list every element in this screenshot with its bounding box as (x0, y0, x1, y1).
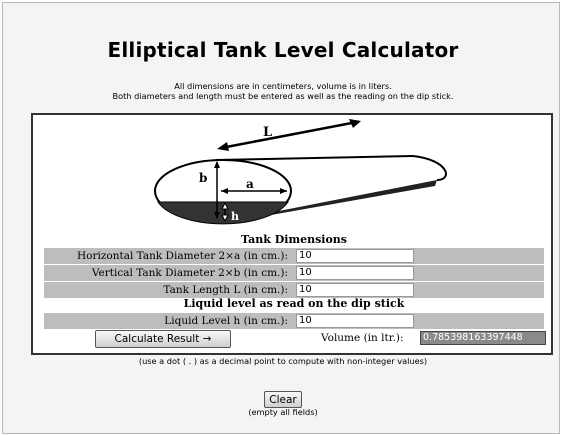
page-title: Elliptical Tank Level Calculator (107, 38, 459, 62)
horizontal-diameter-input[interactable]: 10 (296, 249, 414, 263)
b-label: b (199, 171, 207, 185)
vertical-diameter-input[interactable]: 10 (296, 266, 414, 280)
clear-note: (empty all fields) (248, 407, 318, 417)
liquid-level-label: Liquid Level h (in cm.): (164, 315, 288, 327)
instructions-line-2: Both diameters and length must be entere… (112, 91, 454, 101)
tank-length-row: Tank Length L (in cm.): 10 (44, 282, 544, 298)
h-label: h (231, 210, 239, 223)
decimal-note: (use a dot ( . ) as a decimal point to c… (138, 356, 428, 366)
calculate-button[interactable]: Calculate Result → (95, 330, 231, 348)
liquid-level-input[interactable]: 10 (296, 314, 414, 328)
horizontal-diameter-row: Horizontal Tank Diameter 2×a (in cm.): 1… (44, 248, 544, 264)
tank-length-label: Tank Length L (in cm.): (163, 284, 288, 296)
vertical-diameter-label: Vertical Tank Diameter 2×b (in cm.): (91, 267, 288, 279)
vertical-diameter-row: Vertical Tank Diameter 2×b (in cm.): 10 (44, 265, 544, 281)
tank-length-input[interactable]: 10 (296, 283, 414, 297)
volume-label: Volume (in ltr.): (321, 332, 404, 344)
instructions-line-1: All dimensions are in centimeters, volum… (174, 81, 392, 91)
horizontal-diameter-label: Horizontal Tank Diameter 2×a (in cm.): (77, 250, 288, 262)
length-label: L (263, 125, 272, 140)
liquid-level-row: Liquid Level h (in cm.): 10 (44, 313, 544, 329)
a-label: a (246, 177, 254, 191)
liquid-level-heading: Liquid level as read on the dip stick (183, 297, 405, 310)
tank-diagram: L b a h (154, 119, 447, 225)
volume-output[interactable]: 0.785398163397448 (420, 331, 546, 345)
tank-dimensions-heading: Tank Dimensions (241, 233, 347, 246)
clear-button[interactable]: Clear (264, 391, 302, 408)
